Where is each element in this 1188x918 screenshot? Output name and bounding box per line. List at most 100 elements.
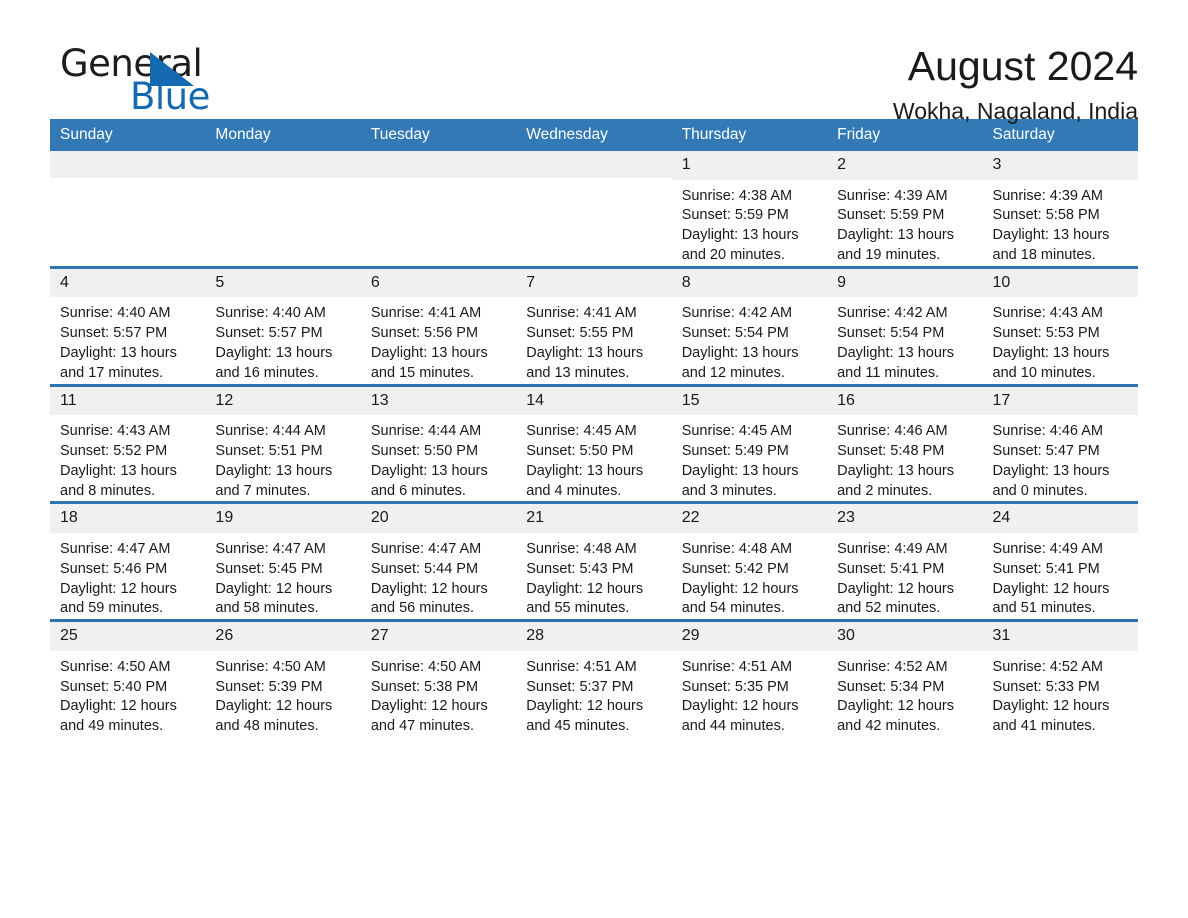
calendar-day-cell-empty xyxy=(50,151,206,267)
sunset-text: Sunset: 5:54 PM xyxy=(837,325,945,342)
calendar-day-cell[interactable]: 28 Sunrise: 4:51 AM Sunset: 5:37 PM Dayligh… xyxy=(516,619,672,737)
calendar-day-cell[interactable]: 13 Sunrise: 4:44 AM Sunset: 5:50 PM Dayligh… xyxy=(360,383,517,503)
calendar-day-cell[interactable]: 9 Sunrise: 4:42 AM Sunset: 5:54 PM Daylight… xyxy=(827,265,983,386)
sunset-text: Sunset: 5:34 PM xyxy=(837,678,945,695)
sunset-text: Sunset: 5:35 PM xyxy=(681,678,789,695)
daylight-text-line1: Daylight: 13 hours xyxy=(370,462,488,479)
day-number: 6 xyxy=(360,268,517,298)
sunrise-text: Sunrise: 4:47 AM xyxy=(370,540,482,557)
calendar-day-cell[interactable]: 12 Sunrise: 4:44 AM Sunset: 5:51 PM Dayligh… xyxy=(205,383,361,503)
sunrise-text: Sunrise: 4:43 AM xyxy=(992,305,1103,322)
sunset-text: Sunset: 5:51 PM xyxy=(215,442,323,459)
sunrise-sunset-calendar: Sunday Monday Tuesday Wednesday Thursday Frid… xyxy=(50,119,1138,737)
calendar-day-cell[interactable]: 30 Sunrise: 4:52 AM Sunset: 5:34 PM Dayligh… xyxy=(827,619,983,737)
calendar-day-cell[interactable]: 2 Sunrise: 4:39 AM Sunset: 5:59 PM Daylight… xyxy=(827,151,983,267)
sunrise-text: Sunrise: 4:52 AM xyxy=(837,658,948,675)
calendar-day-cell[interactable]: 15 Sunrise: 4:45 AM Sunset: 5:49 PM Dayligh… xyxy=(671,383,828,503)
daylight-text-line2: and 49 minutes. xyxy=(60,718,164,735)
daylight-text-line2: and 55 minutes. xyxy=(526,600,630,617)
daylight-text-line1: Daylight: 13 hours xyxy=(60,462,177,479)
daylight-text-line2: and 41 minutes. xyxy=(992,718,1096,735)
calendar-day-cell[interactable]: 4 Sunrise: 4:40 AM Sunset: 5:57 PM Daylight… xyxy=(50,265,206,386)
sunset-text: Sunset: 5:57 PM xyxy=(215,325,323,342)
day-number: 16 xyxy=(827,386,983,416)
sunrise-text: Sunrise: 4:38 AM xyxy=(681,187,793,204)
sunrise-text: Sunrise: 4:49 AM xyxy=(992,540,1103,557)
calendar-day-cell-empty xyxy=(516,151,672,267)
daylight-text-line2: and 45 minutes. xyxy=(526,718,630,735)
sunrise-text: Sunrise: 4:44 AM xyxy=(215,423,326,440)
daylight-text-line1: Daylight: 12 hours xyxy=(837,698,954,715)
calendar-day-cell[interactable]: 1 Sunrise: 4:38 AM Sunset: 5:59 PM Daylight… xyxy=(671,151,828,267)
daylight-text-line2: and 15 minutes. xyxy=(370,364,475,381)
weekday-header-wednesday: Wednesday xyxy=(516,119,672,151)
calendar-day-cell[interactable]: 20 Sunrise: 4:47 AM Sunset: 5:44 PM Dayligh… xyxy=(360,501,517,621)
calendar-day-cell[interactable]: 24 Sunrise: 4:49 AM Sunset: 5:41 PM Dayligh… xyxy=(982,501,1138,621)
day-number: 8 xyxy=(671,268,828,298)
calendar-day-cell[interactable]: 26 Sunrise: 4:50 AM Sunset: 5:39 PM Dayligh… xyxy=(205,619,361,737)
sunrise-text: Sunrise: 4:48 AM xyxy=(526,540,637,557)
title-block: August 2024 Wokha, Nagaland, India xyxy=(893,42,1138,124)
sunset-text: Sunset: 5:42 PM xyxy=(681,560,789,577)
daylight-text-line1: Daylight: 12 hours xyxy=(837,580,954,597)
day-number: 11 xyxy=(50,386,206,416)
day-details: Sunrise: 4:38 AM Sunset: 5:59 PM Daylight:… xyxy=(672,180,827,266)
calendar-day-cell[interactable]: 11 Sunrise: 4:43 AM Sunset: 5:52 PM Dayligh… xyxy=(50,383,206,503)
daylight-text-line2: and 54 minutes. xyxy=(681,600,785,617)
daylight-text-line1: Daylight: 13 hours xyxy=(215,344,333,361)
daylight-text-line1: Daylight: 12 hours xyxy=(215,580,333,597)
sunset-text: Sunset: 5:38 PM xyxy=(370,678,479,695)
sunset-text: Sunset: 5:37 PM xyxy=(526,678,634,695)
calendar-day-cell[interactable]: 3 Sunrise: 4:39 AM Sunset: 5:58 PM Daylight… xyxy=(982,151,1138,267)
daylight-text-line1: Daylight: 12 hours xyxy=(992,580,1110,597)
day-number: 1 xyxy=(671,151,828,180)
calendar-day-cell[interactable]: 19 Sunrise: 4:47 AM Sunset: 5:45 PM Dayligh… xyxy=(205,501,361,621)
day-number: 19 xyxy=(205,504,361,533)
calendar-day-cell-empty xyxy=(205,151,361,267)
calendar-day-cell[interactable]: 17 Sunrise: 4:46 AM Sunset: 5:47 PM Dayligh… xyxy=(982,383,1138,503)
calendar-day-cell[interactable]: 14 Sunrise: 4:45 AM Sunset: 5:50 PM Dayligh… xyxy=(516,383,672,503)
daylight-text-line1: Daylight: 13 hours xyxy=(837,227,954,244)
day-details: Sunrise: 4:46 AM Sunset: 5:47 PM Daylight:… xyxy=(983,415,1138,501)
day-details: Sunrise: 4:39 AM Sunset: 5:58 PM Daylight:… xyxy=(983,180,1138,266)
calendar-day-cell[interactable]: 29 Sunrise: 4:51 AM Sunset: 5:35 PM Dayligh… xyxy=(671,619,828,737)
sunset-text: Sunset: 5:47 PM xyxy=(992,442,1100,459)
calendar-day-cell[interactable]: 10 Sunrise: 4:43 AM Sunset: 5:53 PM Dayligh… xyxy=(982,265,1138,386)
day-details: Sunrise: 4:52 AM Sunset: 5:33 PM Daylight:… xyxy=(983,651,1138,737)
daylight-text-line2: and 12 minutes. xyxy=(681,364,785,381)
daylight-text-line1: Daylight: 12 hours xyxy=(370,580,488,597)
generalblue-logo[interactable]: General Blue xyxy=(50,42,310,118)
day-details: Sunrise: 4:39 AM Sunset: 5:59 PM Daylight:… xyxy=(827,180,982,266)
day-details: Sunrise: 4:51 AM Sunset: 5:35 PM Daylight:… xyxy=(672,651,827,737)
calendar-day-cell[interactable]: 25 Sunrise: 4:50 AM Sunset: 5:40 PM Dayligh… xyxy=(50,619,206,737)
daylight-text-line2: and 4 minutes. xyxy=(526,482,622,499)
calendar-day-cell[interactable]: 7 Sunrise: 4:41 AM Sunset: 5:55 PM Daylight… xyxy=(516,265,672,386)
calendar-day-cell[interactable]: 18 Sunrise: 4:47 AM Sunset: 5:46 PM Dayligh… xyxy=(50,501,206,621)
daylight-text-line1: Daylight: 13 hours xyxy=(681,344,799,361)
day-details: Sunrise: 4:45 AM Sunset: 5:49 PM Daylight:… xyxy=(672,415,827,501)
sunrise-text: Sunrise: 4:45 AM xyxy=(681,423,793,440)
calendar-day-cell[interactable]: 16 Sunrise: 4:46 AM Sunset: 5:48 PM Dayligh… xyxy=(827,383,983,503)
calendar-day-cell[interactable]: 27 Sunrise: 4:50 AM Sunset: 5:38 PM Dayligh… xyxy=(360,619,517,737)
calendar-day-cell[interactable]: 5 Sunrise: 4:40 AM Sunset: 5:57 PM Daylight… xyxy=(205,265,361,386)
calendar-day-cell[interactable]: 23 Sunrise: 4:49 AM Sunset: 5:41 PM Dayligh… xyxy=(827,501,983,621)
calendar-day-cell[interactable]: 8 Sunrise: 4:42 AM Sunset: 5:54 PM Daylight… xyxy=(671,265,828,386)
sunset-text: Sunset: 5:40 PM xyxy=(60,678,168,695)
weekday-header-sunday: Sunday xyxy=(50,119,206,151)
calendar-day-cell[interactable]: 6 Sunrise: 4:41 AM Sunset: 5:56 PM Daylight… xyxy=(360,265,517,386)
day-details: Sunrise: 4:43 AM Sunset: 5:52 PM Daylight:… xyxy=(50,415,205,501)
day-details: Sunrise: 4:49 AM Sunset: 5:41 PM Daylight:… xyxy=(827,533,982,619)
calendar-day-cell[interactable]: 21 Sunrise: 4:48 AM Sunset: 5:43 PM Dayligh… xyxy=(516,501,672,621)
day-number: 23 xyxy=(827,504,983,533)
sunrise-text: Sunrise: 4:40 AM xyxy=(60,305,171,322)
day-number: 12 xyxy=(205,386,361,416)
calendar-day-cell[interactable]: 31 Sunrise: 4:52 AM Sunset: 5:33 PM Dayligh… xyxy=(982,619,1138,737)
daylight-text-line1: Daylight: 12 hours xyxy=(60,698,177,715)
day-details: Sunrise: 4:44 AM Sunset: 5:50 PM Daylight:… xyxy=(361,415,516,501)
calendar-day-cell[interactable]: 22 Sunrise: 4:48 AM Sunset: 5:42 PM Dayligh… xyxy=(671,501,828,621)
daylight-text-line1: Daylight: 13 hours xyxy=(526,344,644,361)
day-details: Sunrise: 4:41 AM Sunset: 5:55 PM Daylight:… xyxy=(516,297,671,383)
sunrise-text: Sunrise: 4:47 AM xyxy=(215,540,326,557)
daylight-text-line1: Daylight: 13 hours xyxy=(837,344,954,361)
day-details: Sunrise: 4:47 AM Sunset: 5:46 PM Daylight:… xyxy=(50,533,205,619)
